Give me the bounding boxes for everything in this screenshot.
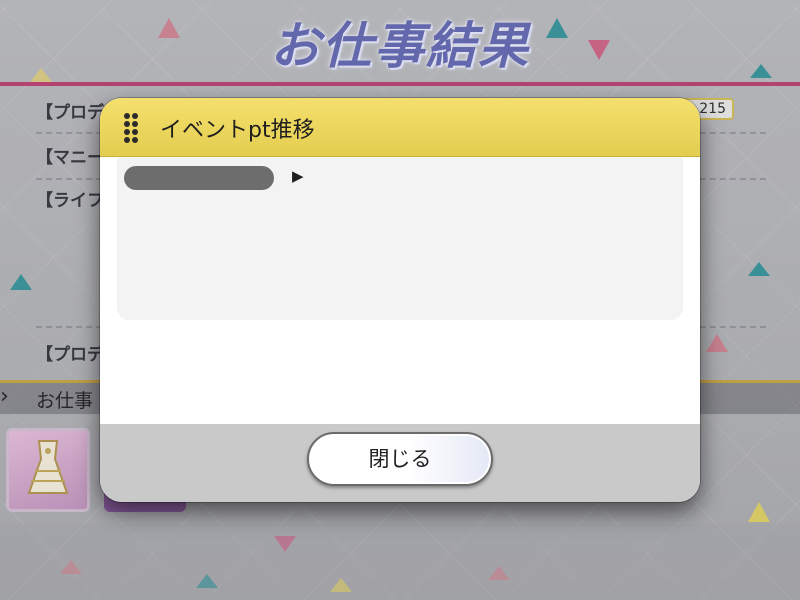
event-name-placeholder xyxy=(124,166,274,190)
dialog-header: イベントpt推移 xyxy=(100,98,700,157)
close-button[interactable]: 閉じる xyxy=(307,432,493,486)
play-triangle-icon[interactable]: ▶ xyxy=(292,167,304,185)
event-pt-dialog: イベントpt推移 ▶ 閉じる xyxy=(100,98,700,502)
event-pt-content-panel: ▶ xyxy=(117,158,683,320)
dialog-title: イベントpt推移 xyxy=(160,118,315,143)
dialog-footer: 閉じる xyxy=(100,424,700,502)
drag-handle-icon xyxy=(124,113,138,143)
